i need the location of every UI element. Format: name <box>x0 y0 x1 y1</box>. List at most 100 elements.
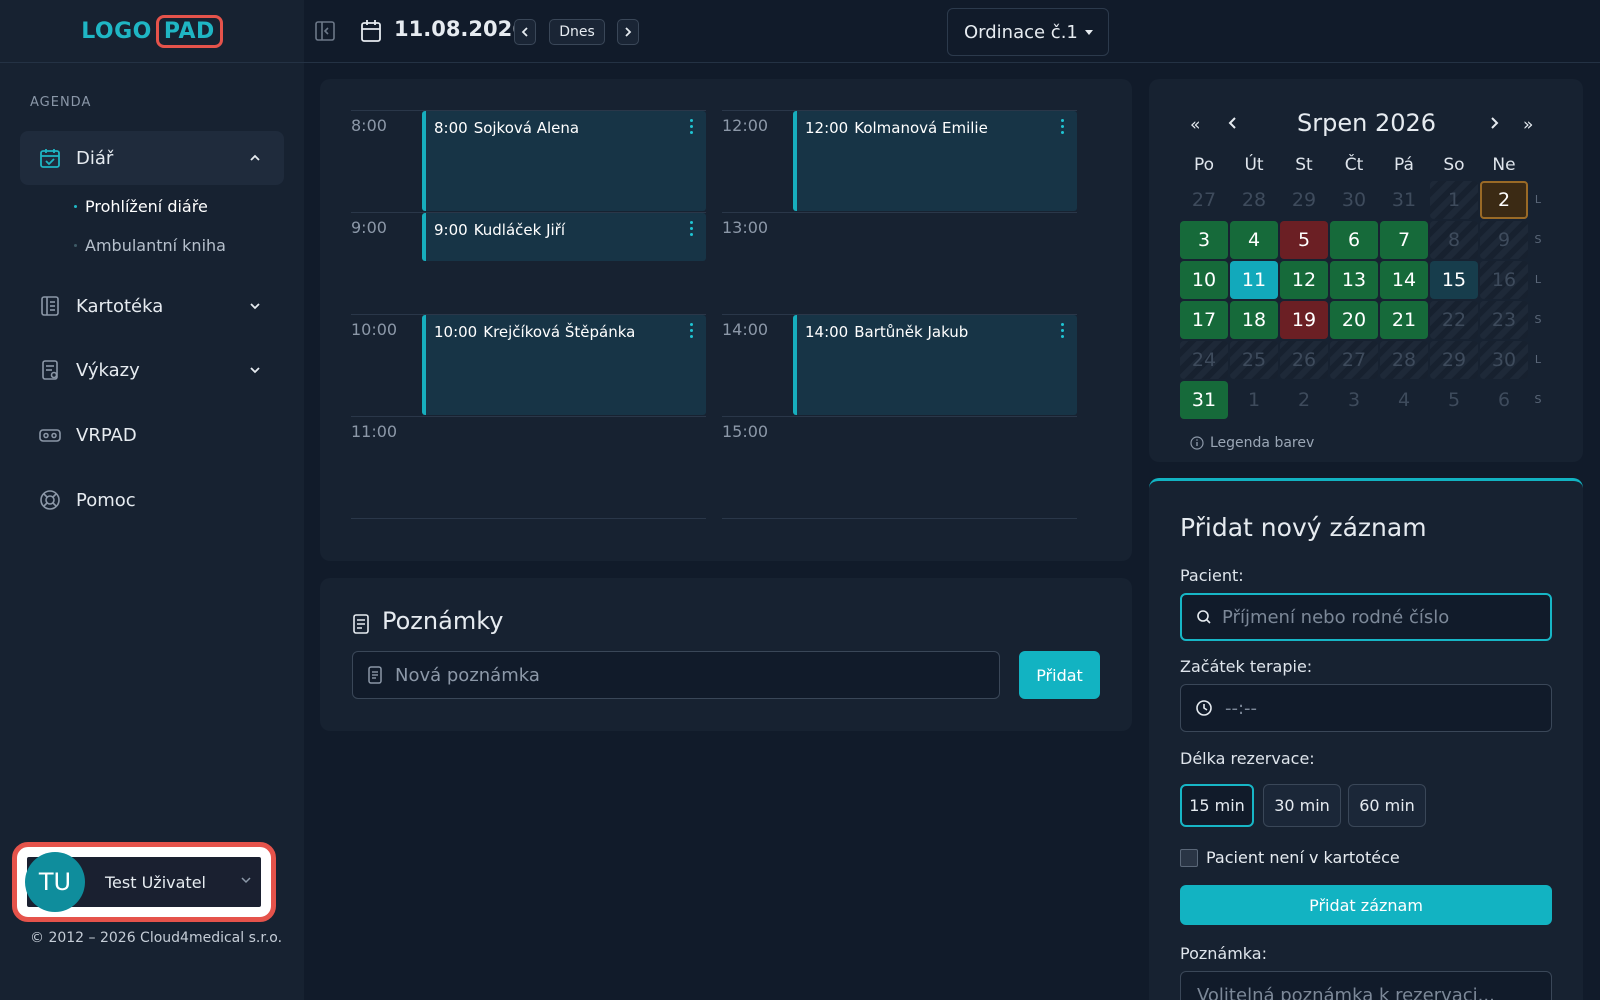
calendar-day[interactable]: 5 <box>1430 381 1478 419</box>
calendar-day[interactable]: 31 <box>1380 181 1428 219</box>
appointment[interactable]: 14:00 Bartůněk Jakub <box>793 315 1077 415</box>
start-time-input[interactable]: --:-- <box>1180 684 1552 732</box>
prev-day-button[interactable] <box>514 19 536 45</box>
hour-label: 14:00 <box>722 320 769 339</box>
patient-search-input[interactable]: Příjmení nebo rodné číslo <box>1180 593 1552 641</box>
calendar-day[interactable]: 22 <box>1430 301 1478 339</box>
calendar-day[interactable]: 31 <box>1180 381 1228 419</box>
calendar-day[interactable]: 15 <box>1430 261 1478 299</box>
duration-30-button[interactable]: 30 min <box>1263 784 1341 827</box>
next-month-button[interactable] <box>1488 115 1500 135</box>
calendar-day[interactable]: 4 <box>1230 221 1278 259</box>
calendar-day[interactable]: 6 <box>1330 221 1378 259</box>
current-date[interactable]: 11.08.2026 <box>394 17 527 41</box>
calendar-day[interactable]: 2 <box>1280 381 1328 419</box>
sidebar-item-kartoteka[interactable]: Kartotéka <box>20 279 284 333</box>
calendar-day[interactable]: 28 <box>1380 341 1428 379</box>
appointment[interactable]: 9:00 Kudláček Jiří <box>422 213 706 261</box>
calendar-day[interactable]: 26 <box>1280 341 1328 379</box>
calendar-day[interactable]: 28 <box>1230 181 1278 219</box>
next-year-button[interactable]: » <box>1523 115 1533 135</box>
calendar-day[interactable]: 13 <box>1330 261 1378 299</box>
calendar-day[interactable]: 21 <box>1380 301 1428 339</box>
user-menu[interactable]: TU Test Uživatel <box>25 852 261 912</box>
sidebar-item-vykazy[interactable]: Výkazy <box>20 343 284 397</box>
office-select[interactable]: Ordinace č.1 <box>947 8 1109 56</box>
more-vertical-icon[interactable] <box>690 221 694 239</box>
calendar-icon[interactable] <box>360 19 382 43</box>
hour-label: 11:00 <box>351 422 398 441</box>
more-vertical-icon[interactable] <box>1061 119 1065 137</box>
more-vertical-icon[interactable] <box>690 119 694 137</box>
color-legend[interactable]: Legenda barev <box>1190 435 1314 451</box>
calendar-day[interactable]: 3 <box>1330 381 1378 419</box>
more-vertical-icon[interactable] <box>690 323 694 341</box>
hour-line <box>351 518 706 519</box>
duration-15-button[interactable]: 15 min <box>1180 784 1254 827</box>
not-in-registry-checkbox[interactable]: Pacient není v kartotéce <box>1180 848 1400 867</box>
sub-item-prohlizeni[interactable]: Prohlížení diáře <box>74 197 208 216</box>
duration-60-button[interactable]: 60 min <box>1348 784 1426 827</box>
appointment[interactable]: 12:00 Kolmanová Emilie <box>793 111 1077 211</box>
calendar-day[interactable]: 2 <box>1480 181 1528 219</box>
checkbox-label: Pacient není v kartotéce <box>1206 848 1400 867</box>
vr-headset-icon <box>38 423 62 447</box>
prev-year-button[interactable]: « <box>1190 115 1200 135</box>
calendar-day[interactable]: 11 <box>1230 261 1278 299</box>
calendar-day[interactable]: 1 <box>1430 181 1478 219</box>
checkbox[interactable] <box>1180 848 1198 867</box>
reservation-note-input[interactable]: Volitelná poznámka k rezervaci... <box>1180 971 1552 1000</box>
calendar-day[interactable]: 8 <box>1430 221 1478 259</box>
calendar-day[interactable]: 7 <box>1380 221 1428 259</box>
calendar-month-title: Srpen 2026 <box>1297 109 1437 137</box>
calendar-day[interactable]: 27 <box>1330 341 1378 379</box>
add-record-button[interactable]: Přidat záznam <box>1180 885 1552 925</box>
calendar-day[interactable]: 24 <box>1180 341 1228 379</box>
calendar-day[interactable]: 17 <box>1180 301 1228 339</box>
week-marker: L <box>1534 193 1542 206</box>
add-note-button[interactable]: Přidat <box>1019 651 1100 699</box>
sidebar-item-pomoc[interactable]: Pomoc <box>20 473 284 527</box>
calendar-day[interactable]: 3 <box>1180 221 1228 259</box>
sidebar-item-diar[interactable]: Diář <box>20 131 284 185</box>
more-vertical-icon[interactable] <box>1061 323 1065 341</box>
calendar-day[interactable]: 29 <box>1280 181 1328 219</box>
chevron-down-icon <box>241 877 251 884</box>
chevron-down-icon <box>250 367 260 374</box>
copyright: © 2012 – 2026 Cloud4medical s.r.o. <box>30 930 283 946</box>
sidebar-collapse-icon[interactable] <box>314 20 336 42</box>
calendar-day[interactable]: 20 <box>1330 301 1378 339</box>
logo[interactable]: LOGO PAD <box>81 14 223 48</box>
calendar-day[interactable]: 27 <box>1180 181 1228 219</box>
calendar-day[interactable]: 10 <box>1180 261 1228 299</box>
appointment[interactable]: 8:00 Sojková Alena <box>422 111 706 211</box>
appointment[interactable]: 10:00 Krejčíková Štěpánka <box>422 315 706 415</box>
calendar-day[interactable]: 23 <box>1480 301 1528 339</box>
calendar-day[interactable]: 16 <box>1480 261 1528 299</box>
notes-title: Poznámky <box>382 607 504 635</box>
logo-text-2: PAD <box>155 14 223 48</box>
calendar-day[interactable]: 12 <box>1280 261 1328 299</box>
calendar-day[interactable]: 9 <box>1480 221 1528 259</box>
calendar-day[interactable]: 29 <box>1430 341 1478 379</box>
sidebar-item-vrpad[interactable]: VRPAD <box>20 408 284 462</box>
calendar-day[interactable]: 19 <box>1280 301 1328 339</box>
calendar-day[interactable]: 25 <box>1230 341 1278 379</box>
note-input[interactable]: Nová poznámka <box>352 651 1000 699</box>
weekday-label: So <box>1443 155 1465 175</box>
bullet-icon <box>74 205 77 208</box>
calendar-day[interactable]: 1 <box>1230 381 1278 419</box>
calendar-day[interactable]: 14 <box>1380 261 1428 299</box>
today-button[interactable]: Dnes <box>549 19 605 45</box>
calendar-day[interactable]: 4 <box>1380 381 1428 419</box>
next-day-button[interactable] <box>617 19 639 45</box>
prev-month-button[interactable] <box>1227 115 1239 135</box>
chevron-right-icon <box>625 27 632 37</box>
calendar-day[interactable]: 6 <box>1480 381 1528 419</box>
sub-item-ambulantni-kniha[interactable]: Ambulantní kniha <box>74 236 226 255</box>
calendar-day[interactable]: 30 <box>1480 341 1528 379</box>
hour-line <box>722 212 1077 213</box>
calendar-day[interactable]: 18 <box>1230 301 1278 339</box>
calendar-day[interactable]: 5 <box>1280 221 1328 259</box>
calendar-day[interactable]: 30 <box>1330 181 1378 219</box>
